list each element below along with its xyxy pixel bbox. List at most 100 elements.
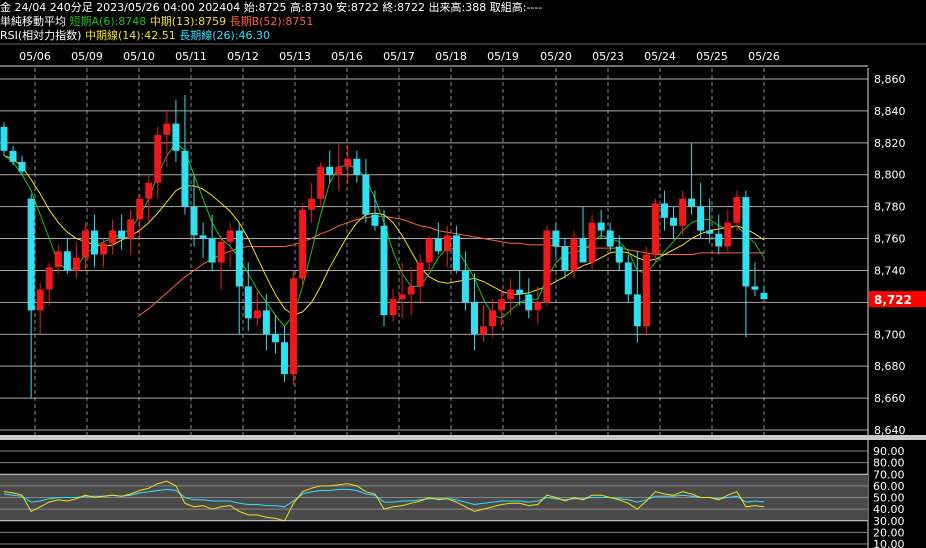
candle-down (118, 214, 126, 250)
candle-up (45, 262, 53, 306)
date-label: 05/12 (227, 50, 259, 63)
candle-body (344, 158, 352, 167)
price-tick-label: 8,680 (874, 360, 906, 373)
price-tick-label: 8,740 (874, 264, 906, 277)
candle-down (516, 270, 524, 306)
candle-up (145, 174, 153, 223)
candle-body (534, 302, 542, 311)
price-tick-label: 8,820 (874, 137, 906, 150)
candle-body (299, 209, 307, 279)
candle-body (389, 299, 397, 316)
candle-body (317, 166, 325, 199)
candle-body (208, 238, 216, 263)
candle-body (72, 257, 80, 271)
candle-down (371, 190, 379, 231)
candle-body (253, 310, 261, 319)
date-label: 05/06 (19, 50, 51, 63)
candle-up (543, 225, 551, 306)
rsi-tick-label: 10.00 (873, 538, 905, 548)
candle-body (181, 150, 189, 207)
candle-up (109, 219, 117, 255)
candle-up (480, 305, 488, 343)
panel-separator[interactable] (0, 435, 926, 440)
candle-body (498, 299, 506, 311)
candle-body (217, 241, 225, 263)
price-tick-label: 8,780 (874, 201, 906, 214)
candle-up (81, 222, 89, 271)
candle-body (724, 222, 732, 247)
candle-up (154, 126, 162, 199)
candle-down (561, 238, 569, 279)
candle-down (353, 150, 361, 183)
candle-body (633, 294, 641, 327)
date-label: 05/18 (435, 50, 467, 63)
candle-body (145, 182, 153, 199)
candle-body (380, 225, 388, 316)
date-label: 05/09 (71, 50, 103, 63)
price-tick-label: 8,700 (874, 328, 906, 341)
candle-down (697, 182, 705, 239)
candle-up (344, 146, 352, 183)
candle-body (163, 123, 171, 135)
candle-body (335, 166, 343, 175)
candle-up (489, 299, 497, 338)
candle-body (425, 238, 433, 263)
candle-down (172, 99, 180, 162)
candle-body (81, 230, 89, 258)
price-chart[interactable]: 05/06 05/09 05/10 05/11 05/12 05/13 05/16 05/17… (0, 0, 926, 548)
candle-body (516, 289, 524, 295)
candle-up (317, 161, 325, 207)
candle-up (54, 244, 62, 274)
candle-down (552, 222, 560, 258)
candle-body (434, 238, 442, 252)
candle-body (90, 230, 98, 255)
candle-down (362, 158, 370, 223)
candle-down (208, 214, 216, 271)
candle-down (235, 222, 243, 335)
candle-body (18, 161, 26, 172)
candle-up (335, 142, 343, 191)
candle-down (434, 222, 442, 255)
candle-up (217, 235, 225, 290)
candle-up (425, 235, 433, 271)
candle-body (136, 198, 144, 220)
candle-body (579, 238, 587, 263)
candle-down (380, 209, 388, 327)
candle-body (480, 326, 488, 335)
candle-up (163, 110, 171, 167)
last-price-text: 8,722 (874, 293, 912, 307)
candle-down (525, 278, 533, 319)
candle-up (127, 209, 135, 255)
date-label: 05/16 (331, 50, 363, 63)
candle-body (525, 294, 533, 311)
candle-body (353, 158, 361, 175)
candle-up (389, 289, 397, 322)
candle-body (127, 219, 135, 239)
candle-down (9, 146, 17, 166)
candle-down (199, 222, 207, 258)
candle-body (443, 235, 451, 252)
candle-down (688, 142, 696, 215)
candle-body (588, 222, 596, 263)
candle-body (416, 262, 424, 287)
candle-up (299, 203, 307, 287)
candle-down (90, 214, 98, 268)
candle-up (534, 286, 542, 325)
candle-body (751, 286, 759, 290)
candle-down (606, 222, 614, 252)
candle-body (688, 198, 696, 207)
date-label: 05/11 (175, 50, 207, 63)
candle-down (751, 262, 759, 296)
candle-up (588, 214, 596, 271)
candle-up (308, 182, 316, 223)
candle-up (498, 289, 506, 327)
candle-body (172, 123, 180, 151)
candle-body (489, 310, 497, 327)
price-tick-label: 8,840 (874, 105, 906, 118)
candle-up (733, 190, 741, 231)
candle-up (72, 241, 80, 279)
candle-body (199, 235, 207, 239)
date-axis: 05/06 05/09 05/10 05/11 05/12 05/13 05/16 05/17… (0, 43, 926, 67)
price-tick-label: 8,860 (874, 73, 906, 86)
panel-separator-bar (0, 435, 926, 440)
